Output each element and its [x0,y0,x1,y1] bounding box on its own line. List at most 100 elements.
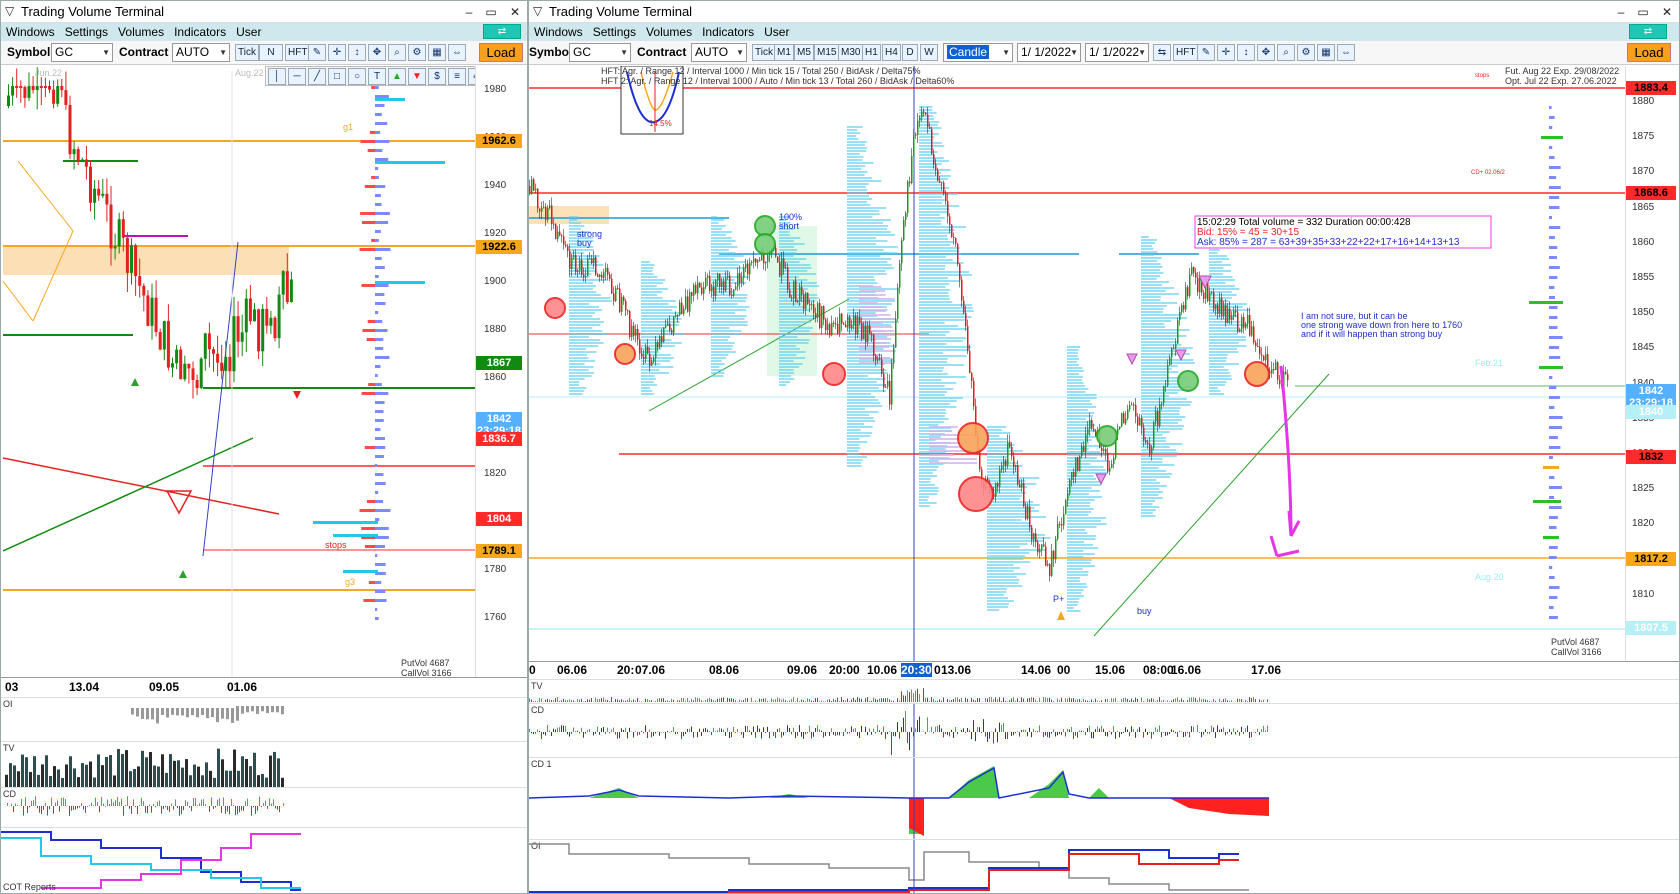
chart-settings-icon[interactable]: ⚙ [1297,44,1315,61]
tv-bar [573,700,574,702]
candle [813,304,815,314]
cd-bar [71,806,72,811]
load-button[interactable]: Load [479,43,523,62]
volume-profile-bar [919,283,950,285]
tv-bar [1023,698,1024,702]
tick-button[interactable]: Tick [235,44,259,61]
left-price-chart[interactable]: Jun.22 Aug.22 g1 stops g3 PutVol 4687 Ca… [3,66,475,677]
right-price-chart[interactable]: HFT: Agr. / Range 12 / Interval 1000 / M… [529,66,1625,661]
menu-user[interactable]: User [759,23,794,41]
volume-profile-bar [779,273,817,275]
contract-select[interactable]: AUTO ▼ [691,43,747,62]
tf-m30-button[interactable]: M30 [838,44,864,61]
minimize-icon[interactable]: – [1611,3,1631,21]
zoom-icon[interactable]: ⌕ [1277,44,1295,61]
candle [277,294,281,339]
tf-m15-button[interactable]: M15 [814,44,840,61]
tv-bar [595,697,596,702]
menu-volumes[interactable]: Volumes [641,23,697,41]
close-icon[interactable]: ✕ [505,3,525,21]
date-from-picker[interactable]: 1/ 1/2022 ▼ [1017,43,1081,62]
candle [947,201,949,217]
candle [101,193,105,196]
dollar-icon[interactable]: $ [428,68,446,85]
tf-tick-button[interactable]: Tick [752,44,776,61]
date-to-picker[interactable]: 1/ 1/2022 ▼ [1085,43,1149,62]
menu-windows[interactable]: Windows [529,23,588,41]
tv-bar [967,698,968,702]
horizontal-line-icon[interactable]: ─ [288,68,306,85]
cd-bar [647,732,648,739]
maximize-icon[interactable]: ▭ [1633,3,1653,21]
trend-line-icon[interactable]: ╱ [308,68,326,85]
price-tag: 1922.6 [476,240,522,254]
left-title-bar[interactable]: ▽ Trading Volume Terminal – ▭ ✕ [1,1,527,23]
right-title-bar[interactable]: ▽ Trading Volume Terminal – ▭ ✕ [529,1,1679,23]
menu-settings[interactable]: Settings [60,23,113,41]
cd-bar [163,806,164,809]
fit-icon[interactable]: ⇔ [1337,44,1355,61]
contract-select[interactable]: AUTO ▼ [172,43,230,62]
menu-indicators[interactable]: Indicators [697,23,759,41]
hft-button[interactable]: HFT [285,44,311,61]
ellipse-icon[interactable]: ○ [348,68,366,85]
zoom-icon[interactable]: ⌕ [388,44,406,61]
levels-icon[interactable]: ≡ [448,68,466,85]
pen-icon[interactable]: ✎ [1197,44,1215,61]
load-button[interactable]: Load [1627,43,1671,62]
cd-bar [531,732,532,734]
tf-h4-button[interactable]: H4 [882,44,901,61]
cd-bar [1165,732,1166,736]
maximize-icon[interactable]: ▭ [481,3,501,21]
vertical-line-icon[interactable]: │ [268,68,286,85]
candle [1051,550,1053,576]
volume-profile-bar [987,441,1007,443]
tf-m1-button[interactable]: M1 [774,44,794,61]
menu-windows[interactable]: Windows [1,23,60,41]
candle [228,356,232,372]
link-icon[interactable]: ⇆ [1153,44,1171,61]
tf-d-button[interactable]: D [902,44,918,61]
grid-icon[interactable]: ▦ [428,44,446,61]
tf-h1-button[interactable]: H1 [862,44,881,61]
pen-icon[interactable]: ✎ [308,44,326,61]
menu-indicators[interactable]: Indicators [169,23,231,41]
rectangle-icon[interactable]: □ [328,68,346,85]
vertical-scale-icon[interactable]: ↕ [348,44,366,61]
tf-m5-button[interactable]: M5 [794,44,814,61]
tv-bar [1223,699,1224,702]
chart-type-select[interactable]: Candle ▼ [943,43,1013,62]
brush-icon[interactable]: ✐ [468,68,475,85]
move-icon[interactable]: ✥ [368,44,386,61]
hft-button[interactable]: HFT [1173,44,1199,61]
text-icon[interactable]: T [368,68,386,85]
crosshair-icon[interactable]: ✛ [328,44,346,61]
refresh-button[interactable]: ⇄ [483,24,521,39]
cd-bar [751,732,752,735]
arrow-up-icon[interactable]: ▲ [388,68,406,85]
candle [1207,282,1209,301]
symbol-select[interactable]: GC ▼ [569,43,631,62]
refresh-button[interactable]: ⇄ [1629,24,1667,39]
minimize-icon[interactable]: – [459,3,479,21]
move-icon[interactable]: ✥ [1257,44,1275,61]
crosshair-icon[interactable]: ✛ [1217,44,1235,61]
tv-bar [665,700,666,702]
profile-bar [1549,236,1555,239]
fit-icon[interactable]: ⇔ [448,44,466,61]
price-tick: 1875 [1632,131,1655,143]
vertical-scale-icon[interactable]: ↕ [1237,44,1255,61]
menu-volumes[interactable]: Volumes [113,23,169,41]
candle [931,128,933,154]
tf-w-button[interactable]: W [920,44,938,61]
chart-settings-icon[interactable]: ⚙ [408,44,426,61]
symbol-select[interactable]: GC ▼ [51,43,113,62]
grid-icon[interactable]: ▦ [1317,44,1335,61]
arrow-down-icon[interactable]: ▼ [408,68,426,85]
candle [535,188,537,191]
tv-bar [621,699,622,702]
close-icon[interactable]: ✕ [1657,3,1677,21]
menu-user[interactable]: User [231,23,266,41]
menu-settings[interactable]: Settings [588,23,641,41]
n-button[interactable]: N [259,44,283,61]
